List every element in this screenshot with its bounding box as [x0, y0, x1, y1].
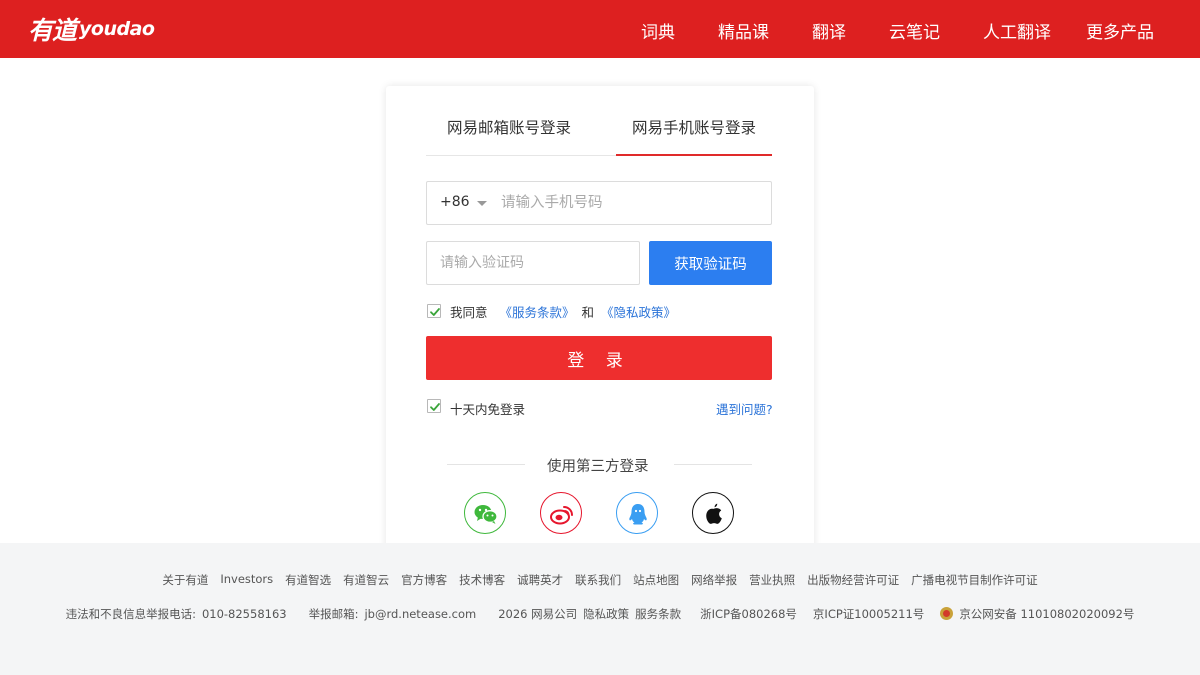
footer-privacy-link[interactable]: 隐私政策	[583, 607, 629, 621]
police-record[interactable]: 京公网安备 11010802020092号	[940, 606, 1137, 622]
apple-login-button[interactable]	[692, 492, 734, 534]
wechat-icon	[474, 505, 498, 524]
footer-link-investors[interactable]: Investors	[220, 572, 273, 588]
copyright: 2026 网易公司 隐私政策 服务条款	[495, 606, 684, 622]
terms-link[interactable]: 《服务条款》	[500, 305, 575, 320]
weibo-login-button[interactable]	[540, 492, 582, 534]
third-party-title: 使用第三方登录	[547, 459, 649, 475]
footer-link-sitemap[interactable]: 站点地图	[633, 572, 679, 588]
login-card: 网易邮箱账号登录 网易手机账号登录 +86 获取验证码 我同意 《服务条款》 和…	[386, 86, 814, 556]
agree-text: 我同意 《服务条款》 和 《隐私政策》	[450, 302, 676, 321]
footer-link-official-blog[interactable]: 官方博客	[401, 572, 447, 588]
verification-code-input[interactable]	[426, 241, 640, 285]
nav-cloud-notes[interactable]: 云笔记	[889, 18, 940, 43]
active-tab-indicator	[616, 154, 772, 156]
qq-login-button[interactable]	[616, 492, 658, 534]
qq-icon	[629, 504, 647, 525]
remember-label: 十天内免登录	[450, 402, 526, 417]
divider-right	[674, 464, 752, 465]
footer-link-tech-blog[interactable]: 技术博客	[459, 572, 505, 588]
police-record-text: 京公网安备 11010802020092号	[959, 607, 1135, 621]
check-icon	[430, 403, 440, 411]
check-icon	[430, 308, 440, 316]
footer-link-contact[interactable]: 联系我们	[575, 572, 621, 588]
phone-input[interactable]	[501, 183, 761, 223]
footer-link-report[interactable]: 网络举报	[691, 572, 737, 588]
footer-link-broadcast-license[interactable]: 广播电视节目制作许可证	[911, 572, 1038, 588]
top-header: 有道 youdao 词典 精品课 翻译 云笔记 人工翻译 更多产品	[0, 0, 1200, 58]
footer-link-about[interactable]: 关于有道	[162, 572, 208, 588]
logo-en-text: youdao	[79, 18, 155, 40]
footer-link-publication-license[interactable]: 出版物经营许可证	[807, 572, 899, 588]
divider-left	[447, 464, 525, 465]
logo-cn-text: 有道	[28, 16, 77, 45]
remember-checkbox[interactable]	[427, 399, 441, 413]
report-phone: 违法和不良信息举报电话: 010-82558163	[63, 606, 290, 622]
login-button[interactable]: 登 录	[426, 336, 772, 380]
footer-link-youdao-cloud[interactable]: 有道智云	[343, 572, 389, 588]
weibo-icon	[550, 506, 573, 525]
agree-and: 和	[581, 305, 595, 320]
report-email-label: 举报邮箱:	[308, 607, 359, 621]
police-badge-icon	[940, 607, 954, 620]
nav-human-translation[interactable]: 人工翻译	[983, 18, 1051, 43]
footer-legal: 违法和不良信息举报电话: 010-82558163 举报邮箱: jb@rd.nete…	[0, 606, 1200, 622]
nav-courses[interactable]: 精品课	[718, 18, 769, 43]
youdao-logo[interactable]: 有道 youdao	[28, 12, 155, 46]
nav-more-products[interactable]: 更多产品	[1086, 18, 1154, 43]
privacy-link[interactable]: 《隐私政策》	[601, 305, 676, 320]
nav-dictionary[interactable]: 词典	[641, 18, 675, 43]
chevron-down-icon[interactable]	[477, 201, 487, 206]
agree-prefix: 我同意	[450, 305, 488, 320]
country-code-select[interactable]: +86	[440, 194, 470, 210]
tab-phone-login[interactable]: 网易手机账号登录	[632, 116, 756, 138]
report-email-address[interactable]: jb@rd.netease.com	[364, 607, 476, 621]
icp-license-1[interactable]: 浙ICP备080268号	[700, 606, 797, 622]
footer-links: 关于有道 Investors 有道智选 有道智云 官方博客 技术博客 诚聘英才 …	[0, 572, 1200, 588]
footer-terms-link[interactable]: 服务条款	[635, 607, 681, 621]
report-phone-number: 010-82558163	[201, 607, 287, 621]
footer-link-youdao-select[interactable]: 有道智选	[285, 572, 331, 588]
icp-license-2[interactable]: 京ICP证10005211号	[813, 606, 924, 622]
report-email: 举报邮箱: jb@rd.netease.com	[306, 606, 480, 622]
phone-field: +86	[426, 181, 772, 225]
footer-link-careers[interactable]: 诚聘英才	[517, 572, 563, 588]
report-phone-label: 违法和不良信息举报电话:	[65, 607, 196, 621]
footer-link-business-license[interactable]: 营业执照	[749, 572, 795, 588]
problem-link[interactable]: 遇到问题?	[716, 399, 773, 418]
copyright-text: 2026 网易公司	[498, 607, 578, 621]
get-code-button[interactable]: 获取验证码	[649, 241, 772, 285]
apple-icon	[706, 503, 722, 524]
footer: 关于有道 Investors 有道智选 有道智云 官方博客 技术博客 诚聘英才 …	[0, 543, 1200, 675]
nav-translate[interactable]: 翻译	[812, 18, 846, 43]
wechat-login-button[interactable]	[464, 492, 506, 534]
agree-checkbox[interactable]	[427, 304, 441, 318]
tab-email-login[interactable]: 网易邮箱账号登录	[447, 116, 571, 138]
